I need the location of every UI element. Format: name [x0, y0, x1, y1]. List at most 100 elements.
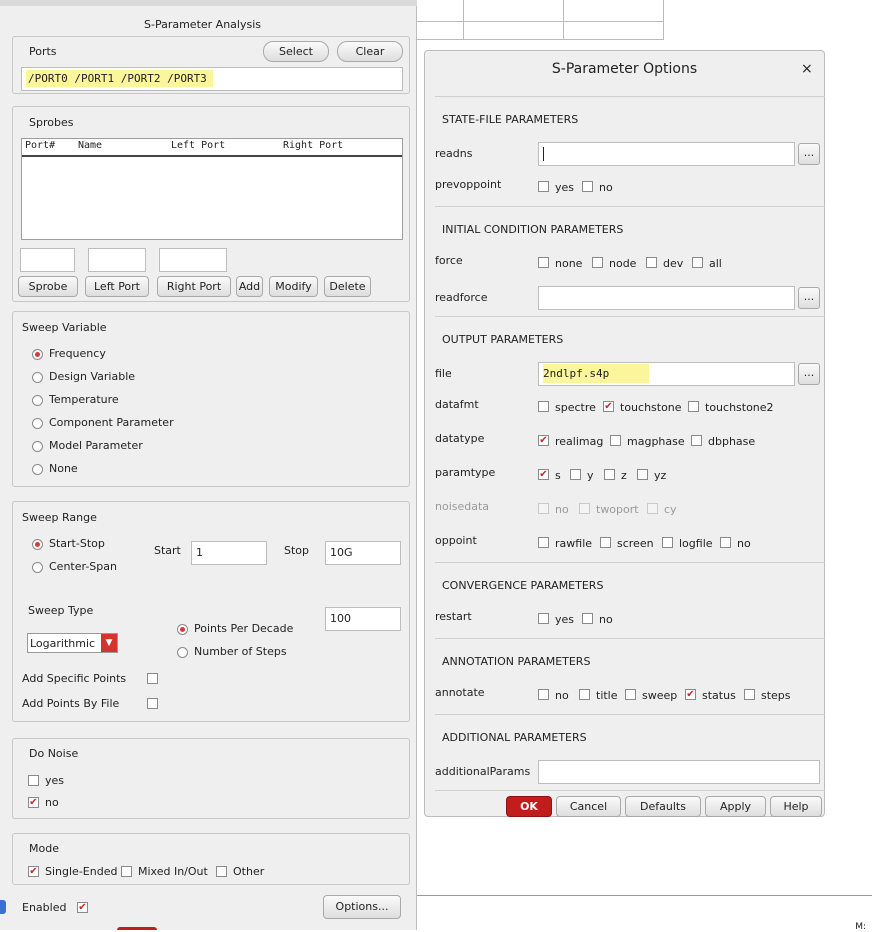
- oppoint-no-checkbox[interactable]: [720, 537, 731, 548]
- stop-input[interactable]: 10G: [325, 541, 401, 565]
- prevoppoint-no-checkbox[interactable]: [582, 181, 593, 192]
- sweep-type-label: Sweep Type: [28, 604, 94, 617]
- add-points-by-file-label: Add Points By File: [22, 697, 120, 710]
- start-input[interactable]: 1: [191, 541, 267, 565]
- radio-center-span[interactable]: [32, 562, 43, 573]
- single-ended-checkbox[interactable]: ✔: [28, 866, 39, 877]
- radio-frequency[interactable]: [32, 349, 43, 360]
- sprobes-table[interactable]: Port# Name Left Port Right Port: [21, 138, 403, 240]
- file-input[interactable]: 2ndlpf.s4p: [538, 362, 795, 386]
- annotate-no-checkbox[interactable]: [538, 689, 549, 700]
- sweep-type-value: Logarithmic: [30, 637, 96, 650]
- readns-input[interactable]: [538, 142, 795, 166]
- left-port-input[interactable]: [88, 248, 146, 272]
- prevoppoint-yes-checkbox[interactable]: [538, 181, 549, 192]
- readns-browse-button[interactable]: ...: [798, 143, 820, 165]
- ok-button[interactable]: OK: [506, 796, 552, 817]
- noise-yes-checkbox[interactable]: [28, 775, 39, 786]
- do-noise-panel: Do Noise yes ✔ no: [12, 738, 410, 819]
- ports-value: /PORT0 /PORT1 /PORT2 /PORT3: [26, 70, 213, 87]
- datafmt-touchstone-checkbox[interactable]: ✔: [603, 401, 614, 412]
- sweep-variable-panel: Sweep Variable Frequency Design Variable…: [12, 311, 410, 487]
- oppoint-screen-checkbox[interactable]: [600, 537, 611, 548]
- modify-button[interactable]: Modify: [269, 276, 318, 297]
- additional-params-input[interactable]: [538, 760, 820, 784]
- force-dev-checkbox[interactable]: [646, 257, 657, 268]
- points-input[interactable]: 100: [325, 607, 401, 631]
- radio-points-per-decade[interactable]: [177, 624, 188, 635]
- mixed-in-out-checkbox[interactable]: [121, 866, 132, 877]
- force-all-checkbox[interactable]: [692, 257, 703, 268]
- restart-no-checkbox[interactable]: [582, 613, 593, 624]
- initial-condition-title: INITIAL CONDITION PARAMETERS: [442, 223, 624, 236]
- label-points-per-decade: Points Per Decade: [194, 622, 294, 635]
- options-button[interactable]: Options...: [323, 895, 401, 919]
- annotate-steps-checkbox[interactable]: [744, 689, 755, 700]
- single-ended-label: Single-Ended: [45, 865, 118, 878]
- sprobe-button[interactable]: Sprobe: [18, 276, 78, 297]
- left-port-button[interactable]: Left Port: [85, 276, 149, 297]
- force-none-checkbox[interactable]: [538, 257, 549, 268]
- noisedata-cy-label: cy: [664, 503, 677, 516]
- annotate-steps-label: steps: [761, 689, 791, 702]
- options-dialog-title: S-Parameter Options: [551, 61, 698, 77]
- paramtype-y-checkbox[interactable]: [570, 469, 581, 480]
- datatype-magphase-checkbox[interactable]: [610, 435, 621, 446]
- help-button[interactable]: Help: [770, 796, 822, 817]
- restart-no-label: no: [599, 613, 613, 626]
- select-button[interactable]: Select: [263, 41, 329, 62]
- radio-start-stop[interactable]: [32, 539, 43, 550]
- paramtype-z-checkbox[interactable]: [604, 469, 615, 480]
- readforce-input[interactable]: [538, 286, 795, 310]
- mode-title: Mode: [29, 842, 59, 855]
- enabled-checkbox[interactable]: ✔: [77, 902, 88, 913]
- cancel-button[interactable]: Cancel: [556, 796, 621, 817]
- radio-model-parameter[interactable]: [32, 441, 43, 452]
- sweep-variable-title: Sweep Variable: [22, 321, 107, 334]
- add-specific-points-label: Add Specific Points: [22, 672, 127, 685]
- datafmt-touchstone2-label: touchstone2: [705, 401, 774, 414]
- defaults-button[interactable]: Defaults: [625, 796, 701, 817]
- oppoint-logfile-checkbox[interactable]: [662, 537, 673, 548]
- right-port-input[interactable]: [159, 248, 227, 272]
- annotate-title-checkbox[interactable]: [579, 689, 590, 700]
- force-all-label: all: [709, 257, 722, 270]
- annotate-sweep-checkbox[interactable]: [625, 689, 636, 700]
- datafmt-touchstone2-checkbox[interactable]: [688, 401, 699, 412]
- clear-button[interactable]: Clear: [337, 41, 403, 62]
- restart-yes-checkbox[interactable]: [538, 613, 549, 624]
- noisedata-twoport-checkbox: [579, 503, 590, 514]
- file-browse-button[interactable]: ...: [798, 363, 820, 385]
- apply-button[interactable]: Apply: [705, 796, 766, 817]
- close-icon[interactable]: ×: [801, 61, 813, 77]
- add-button[interactable]: Add: [236, 276, 263, 297]
- datafmt-spectre-checkbox[interactable]: [538, 401, 549, 412]
- ports-field[interactable]: /PORT0 /PORT1 /PORT2 /PORT3: [21, 67, 403, 91]
- noise-no-checkbox[interactable]: ✔: [28, 797, 39, 808]
- paramtype-z-label: z: [621, 469, 627, 482]
- add-specific-points-checkbox[interactable]: [147, 673, 158, 684]
- right-port-button[interactable]: Right Port: [157, 276, 231, 297]
- radio-component-parameter[interactable]: [32, 418, 43, 429]
- sweep-range-title: Sweep Range: [22, 511, 97, 524]
- radio-temperature[interactable]: [32, 395, 43, 406]
- delete-button[interactable]: Delete: [324, 276, 371, 297]
- datatype-realimag-checkbox[interactable]: ✔: [538, 435, 549, 446]
- sweep-type-select[interactable]: Logarithmic ▼: [27, 633, 118, 653]
- noisedata-twoport-label: twoport: [596, 503, 639, 516]
- oppoint-rawfile-checkbox[interactable]: [538, 537, 549, 548]
- radio-none[interactable]: [32, 464, 43, 475]
- window-edge-indicator: [0, 900, 6, 914]
- annotate-status-checkbox[interactable]: ✔: [685, 689, 696, 700]
- radio-number-of-steps[interactable]: [177, 647, 188, 658]
- datatype-dbphase-checkbox[interactable]: [691, 435, 702, 446]
- chevron-down-icon: ▼: [101, 634, 117, 652]
- paramtype-yz-checkbox[interactable]: [637, 469, 648, 480]
- readforce-browse-button[interactable]: ...: [798, 287, 820, 309]
- other-checkbox[interactable]: [216, 866, 227, 877]
- add-points-by-file-checkbox[interactable]: [147, 698, 158, 709]
- radio-design-variable[interactable]: [32, 372, 43, 383]
- force-node-checkbox[interactable]: [592, 257, 603, 268]
- paramtype-s-checkbox[interactable]: ✔: [538, 469, 549, 480]
- sprobe-name-input[interactable]: [20, 248, 75, 272]
